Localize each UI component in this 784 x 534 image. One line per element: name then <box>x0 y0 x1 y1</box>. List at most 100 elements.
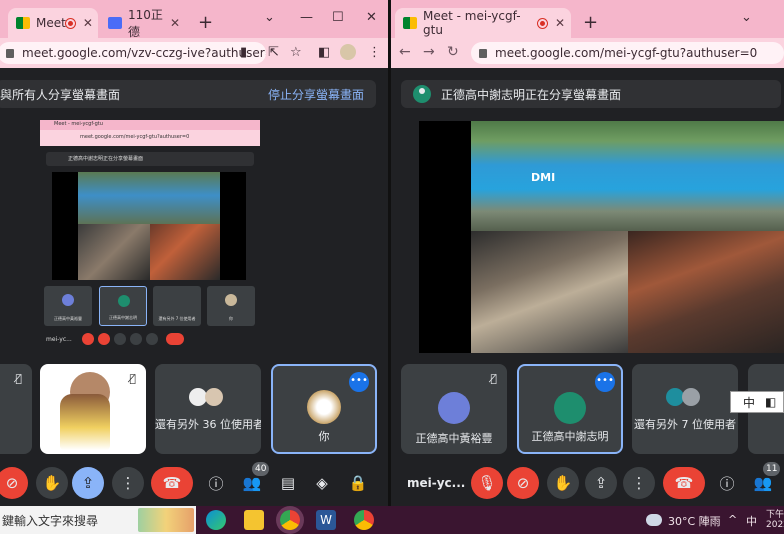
participant-tile-video[interactable]: 🎙̸ <box>40 364 146 454</box>
avatar <box>682 388 700 406</box>
screen-share-preview: Meet - mei-ycgf-gtu meet.google.com/mei-… <box>40 120 260 350</box>
info-icon[interactable]: ⓘ <box>711 467 743 499</box>
search-placeholder: 鍵輸入文字來搜尋 <box>2 513 99 528</box>
bookmark-star-icon[interactable]: ☆ <box>290 45 302 60</box>
tab-second[interactable]: 110正德 ✕ <box>100 8 186 39</box>
clock-bottom: 2022 <box>766 520 784 530</box>
left-browser-window: Meet ✕ 110正德 ✕ + ⌄ — ☐ ✕ meet.google.com… <box>0 0 388 506</box>
new-tab-icon[interactable]: + <box>583 12 598 33</box>
address-bar[interactable]: meet.google.com/mei-ycgf-gtu?authuser=0 <box>471 42 784 64</box>
camera-icon[interactable]: ▮ <box>240 45 247 60</box>
mini-meeting-code: mei-yc... <box>46 336 72 343</box>
tab-label: Meet - mei-ycgf-gtu <box>423 9 521 37</box>
address-bar[interactable]: meet.google.com/vzv-cczg-ive?authuser=0 <box>0 42 266 64</box>
presenter-icon <box>413 85 431 103</box>
tab-label: Meet <box>36 16 66 30</box>
close-window-icon[interactable]: ✕ <box>366 10 377 25</box>
edge-icon[interactable] <box>206 510 226 530</box>
share-banner: 與所有人分享螢幕畫面 停止分享螢幕畫面 <box>0 80 376 108</box>
activities-icon[interactable]: ◈ <box>306 467 338 499</box>
shared-screen: DMI <box>419 121 784 353</box>
mini-banner-text: 正德高中謝志明正在分享螢幕畫面 <box>68 156 144 162</box>
ime-indicator[interactable]: 中 <box>746 513 757 529</box>
mini-avatar <box>118 295 130 307</box>
reload-icon[interactable]: ↻ <box>447 44 459 60</box>
chat-icon[interactable]: ▤ <box>272 467 304 499</box>
mini-tile-name: 還有另外 7 位使用者 <box>158 316 196 321</box>
mic-off-button[interactable]: 🎙 <box>471 467 503 499</box>
others-tile[interactable]: 還有另外 36 位使用者 <box>155 364 261 454</box>
clock-top: 下午 <box>766 510 784 520</box>
word-icon[interactable]: W <box>316 510 336 530</box>
url-text: meet.google.com/mei-ycgf-gtu?authuser=0 <box>495 46 758 60</box>
recording-icon <box>65 18 75 28</box>
taskbar-search[interactable]: 鍵輸入文字來搜尋 <box>0 506 196 534</box>
ime-toolbar[interactable]: 中 ◧ <box>730 391 784 413</box>
camera-off-button[interactable]: ⊘ <box>507 467 539 499</box>
participant-tile[interactable]: 🎙̸ <box>0 364 32 454</box>
recording-icon <box>537 18 547 28</box>
present-button[interactable]: ⇪ <box>72 467 104 499</box>
mini-present-button <box>130 333 142 345</box>
mini-toolbar: meet.google.com/mei-ycgf-gtu?authuser=0 <box>40 130 260 146</box>
meeting-code: mei-yc... <box>407 476 466 490</box>
end-call-button[interactable]: ☎ <box>151 467 193 499</box>
people-count-badge: 11 <box>763 462 781 476</box>
info-icon[interactable]: ⓘ <box>200 467 232 499</box>
chrome-icon[interactable] <box>280 510 300 530</box>
more-options-button[interactable]: ⋮ <box>623 467 655 499</box>
mic-off-icon: 🎙̸ <box>490 372 497 385</box>
group-photo-bottom-left <box>471 231 628 353</box>
tab-label: 110正德 <box>128 8 163 39</box>
mini-banner: 正德高中謝志明正在分享螢幕畫面 <box>46 152 254 166</box>
stop-sharing-button[interactable]: 停止分享螢幕畫面 <box>268 86 364 103</box>
mini-mic-button <box>82 333 94 345</box>
self-tile[interactable]: ••• 你 <box>271 364 377 454</box>
raise-hand-button[interactable]: ✋ <box>36 467 68 499</box>
mini-avatar <box>62 294 74 306</box>
host-controls-icon[interactable]: 🔒 <box>342 467 374 499</box>
chrome-icon-2[interactable] <box>354 510 374 530</box>
more-options-icon[interactable]: ••• <box>595 372 615 392</box>
minimize-icon[interactable]: — <box>300 10 313 25</box>
camera-off-button[interactable]: ⊘ <box>0 467 28 499</box>
menu-dots-icon[interactable]: ⋮ <box>368 45 381 60</box>
participant-name: 正德高中謝志明 <box>531 430 609 443</box>
participant-tile-selected[interactable]: ••• 正德高中謝志明 <box>517 364 623 454</box>
chevron-up-icon[interactable]: ^ <box>728 513 737 526</box>
raise-hand-button[interactable]: ✋ <box>547 467 579 499</box>
profile-avatar[interactable] <box>340 44 356 60</box>
mini-photo-top <box>78 172 220 224</box>
back-icon[interactable]: ← <box>399 44 411 60</box>
maximize-icon[interactable]: ☐ <box>332 10 344 25</box>
chevron-down-icon[interactable]: ⌄ <box>264 10 275 25</box>
mini-end-button <box>166 333 184 345</box>
chevron-down-icon[interactable]: ⌄ <box>741 10 752 25</box>
close-tab-icon[interactable]: ✕ <box>170 16 180 30</box>
side-panel-icon[interactable]: ◧ <box>318 45 330 60</box>
toolbar: ← → ↻ meet.google.com/mei-ycgf-gtu?authu… <box>391 38 784 68</box>
forward-icon[interactable]: → <box>423 44 435 60</box>
mini-cam-button <box>98 333 110 345</box>
more-options-icon[interactable]: ••• <box>349 372 369 392</box>
tab-strip: Meet - mei-ycgf-gtu ✕ + ⌄ <box>391 0 784 38</box>
mini-url: meet.google.com/mei-ycgf-gtu?authuser=0 <box>80 134 190 140</box>
participant-tile[interactable]: 🎙̸ 正德高中黃裕豐 <box>401 364 507 454</box>
others-tile[interactable]: 還有另外 7 位使用者 <box>632 364 738 454</box>
mini-tile: 還有另外 7 位使用者 <box>153 286 201 326</box>
mini-tab-label: Meet - mei-ycgf-gtu <box>54 121 103 127</box>
mini-tile-name: 正德高中謝志明 <box>109 315 137 320</box>
file-explorer-icon[interactable] <box>244 510 264 530</box>
present-button[interactable]: ⇪ <box>585 467 617 499</box>
tab-meet[interactable]: Meet - mei-ycgf-gtu ✕ <box>395 8 571 38</box>
close-tab-icon[interactable]: ✕ <box>555 16 565 30</box>
new-tab-icon[interactable]: + <box>198 12 213 33</box>
tab-meet[interactable]: Meet ✕ <box>8 8 98 38</box>
end-call-button[interactable]: ☎ <box>663 467 705 499</box>
more-options-button[interactable]: ⋮ <box>112 467 144 499</box>
share-icon[interactable]: ⇱ <box>268 45 279 60</box>
participant-name: 正德高中黃裕豐 <box>415 432 493 445</box>
mic-off-icon: 🎙̸ <box>15 372 22 385</box>
share-banner: 正德高中謝志明正在分享螢幕畫面 <box>401 80 781 108</box>
close-tab-icon[interactable]: ✕ <box>83 16 93 30</box>
